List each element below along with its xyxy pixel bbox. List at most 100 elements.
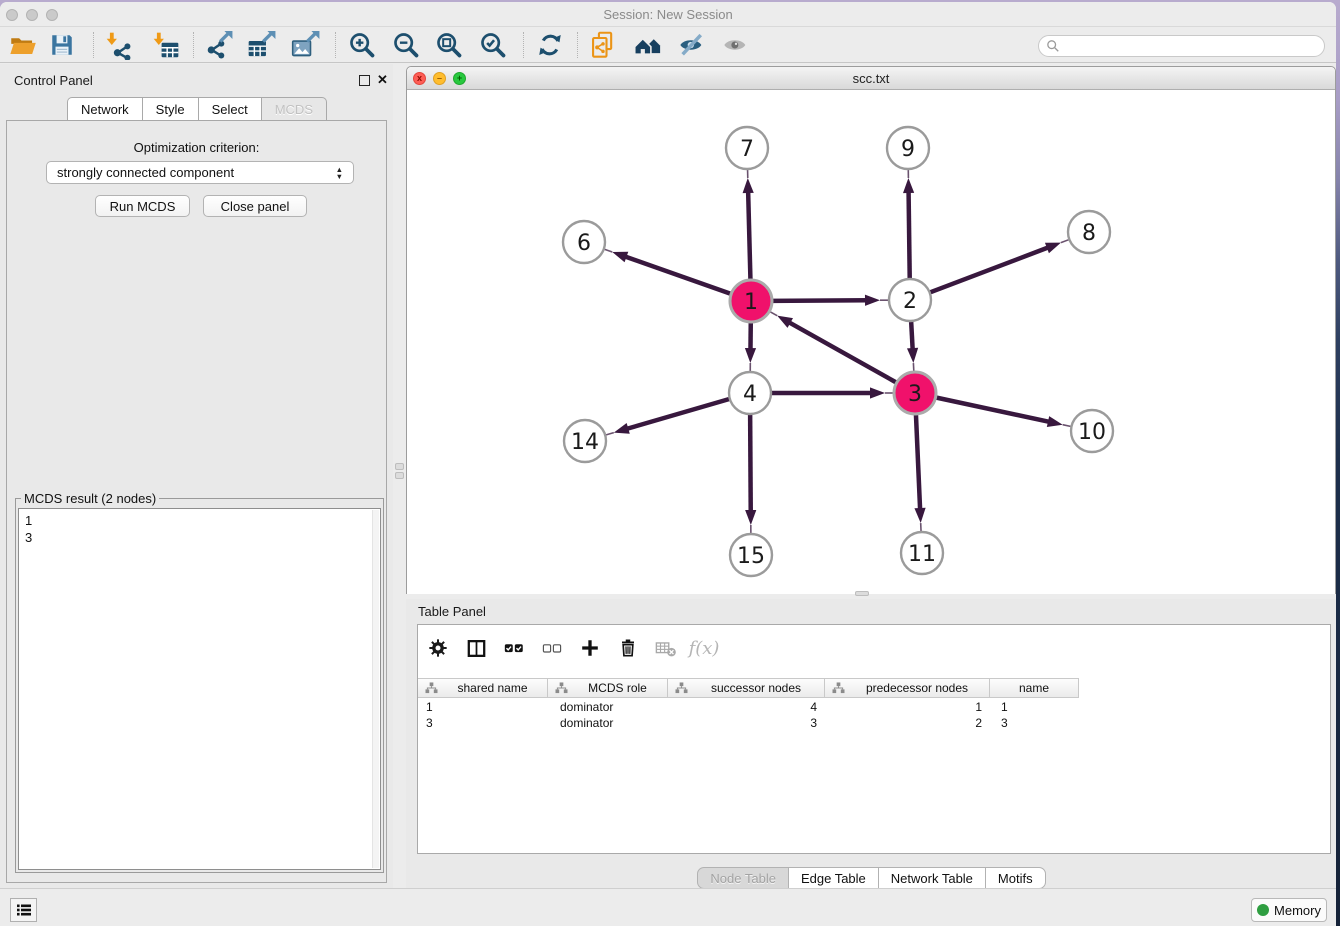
control-panel-title: Control Panel bbox=[14, 73, 93, 88]
edge-4-15[interactable] bbox=[745, 415, 756, 533]
zoom-fit-icon[interactable] bbox=[427, 29, 471, 61]
zoom-in-icon[interactable] bbox=[340, 29, 384, 61]
edge-1-2[interactable] bbox=[773, 295, 888, 306]
tab-node-table[interactable]: Node Table bbox=[697, 867, 789, 889]
network-frame-titlebar[interactable]: x – + scc.txt bbox=[407, 67, 1335, 90]
table-cell[interactable]: 3 bbox=[990, 715, 1079, 731]
column-header-MCDS-role[interactable]: MCDS role bbox=[548, 679, 668, 697]
edge-4-3[interactable] bbox=[772, 387, 893, 398]
table-cell[interactable]: 1 bbox=[990, 699, 1079, 715]
import-network-icon[interactable] bbox=[96, 29, 140, 61]
panel-splitter-grip[interactable] bbox=[395, 463, 404, 481]
network-frame: x – + scc.txt 1 2 3 4 6 7 8 9 10 11 14 15 bbox=[406, 66, 1336, 594]
optimization-select[interactable]: strongly connected component ▲▼ bbox=[46, 161, 354, 184]
export-image-icon[interactable] bbox=[283, 29, 327, 61]
refresh-icon[interactable] bbox=[528, 29, 572, 61]
table-cell[interactable]: 2 bbox=[825, 715, 990, 731]
clone-network-icon[interactable] bbox=[581, 29, 625, 61]
settings-gear-icon[interactable] bbox=[419, 630, 457, 666]
control-panel-tabs: NetworkStyleSelectMCDS bbox=[0, 97, 393, 120]
table-cell[interactable]: 3 bbox=[418, 715, 548, 731]
zoom-selected-icon[interactable] bbox=[471, 29, 515, 61]
memory-button[interactable]: Memory bbox=[1251, 898, 1327, 922]
column-header-shared-name[interactable]: shared name bbox=[418, 679, 548, 697]
column-header-successor-nodes[interactable]: successor nodes bbox=[668, 679, 825, 697]
tab-network[interactable]: Network bbox=[67, 97, 143, 120]
run-mcds-button[interactable]: Run MCDS bbox=[95, 195, 190, 217]
graph-node-4[interactable]: 4 bbox=[729, 372, 771, 414]
tab-select[interactable]: Select bbox=[198, 97, 262, 120]
graph-node-11[interactable]: 11 bbox=[901, 532, 943, 574]
column-header-predecessor-nodes[interactable]: predecessor nodes bbox=[825, 679, 990, 697]
graph-node-14[interactable]: 14 bbox=[564, 420, 606, 462]
column-header-name[interactable]: name bbox=[990, 679, 1079, 697]
table-row[interactable]: 1dominator411 bbox=[418, 699, 1330, 715]
graph-node-2[interactable]: 2 bbox=[889, 279, 931, 321]
function-builder-icon[interactable]: f(x) bbox=[685, 630, 723, 666]
status-bar: Memory bbox=[0, 888, 1336, 926]
tab-motifs[interactable]: Motifs bbox=[985, 867, 1046, 889]
table-cell[interactable]: 1 bbox=[825, 699, 990, 715]
table-cell[interactable]: dominator bbox=[548, 715, 668, 731]
edge-2-3[interactable] bbox=[907, 322, 918, 371]
zoom-out-icon[interactable] bbox=[384, 29, 428, 61]
task-history-button[interactable] bbox=[10, 898, 37, 922]
result-scrollbar[interactable] bbox=[372, 510, 379, 868]
delete-column-icon[interactable] bbox=[609, 630, 647, 666]
edge-1-4[interactable] bbox=[745, 323, 756, 371]
close-panel-icon[interactable]: ✕ bbox=[377, 72, 388, 87]
close-panel-button[interactable]: Close panel bbox=[203, 195, 307, 217]
unselect-all-icon[interactable] bbox=[533, 630, 571, 666]
table-row[interactable]: 3dominator323 bbox=[418, 715, 1330, 731]
edge-2-8[interactable] bbox=[931, 240, 1069, 292]
save-icon[interactable] bbox=[40, 29, 84, 61]
canvas-splitter-grip[interactable] bbox=[855, 591, 869, 596]
edge-1-7[interactable] bbox=[743, 170, 754, 279]
svg-text:11: 11 bbox=[908, 542, 936, 567]
tab-style[interactable]: Style bbox=[142, 97, 199, 120]
add-column-icon[interactable] bbox=[571, 630, 609, 666]
graph-node-6[interactable]: 6 bbox=[563, 221, 605, 263]
tab-network-table[interactable]: Network Table bbox=[878, 867, 986, 889]
graph-node-8[interactable]: 8 bbox=[1068, 211, 1110, 253]
table-cell[interactable]: 1 bbox=[418, 699, 548, 715]
tab-mcds[interactable]: MCDS bbox=[261, 97, 327, 120]
open-file-icon[interactable] bbox=[0, 29, 44, 61]
svg-text:8: 8 bbox=[1082, 221, 1096, 246]
graph-node-3[interactable]: 3 bbox=[894, 372, 936, 414]
result-item: 3 bbox=[25, 529, 380, 546]
search-input[interactable] bbox=[1064, 39, 1324, 53]
select-all-icon[interactable] bbox=[495, 630, 533, 666]
result-item: 1 bbox=[25, 512, 380, 529]
graph-node-1[interactable]: 1 bbox=[730, 280, 772, 322]
graph-node-7[interactable]: 7 bbox=[726, 127, 768, 169]
table-cell[interactable]: 4 bbox=[668, 699, 825, 715]
import-table-icon[interactable] bbox=[143, 29, 187, 61]
search-box[interactable] bbox=[1038, 35, 1325, 57]
edge-4-14[interactable] bbox=[606, 399, 729, 435]
columns-icon[interactable] bbox=[457, 630, 495, 666]
edge-2-9[interactable] bbox=[903, 170, 914, 278]
show-details-icon[interactable] bbox=[714, 29, 758, 61]
edge-3-11[interactable] bbox=[914, 415, 925, 531]
edge-3-10[interactable] bbox=[937, 398, 1071, 427]
tab-edge-table[interactable]: Edge Table bbox=[788, 867, 879, 889]
mcds-result-list[interactable]: 13 bbox=[18, 508, 381, 870]
graph-node-9[interactable]: 9 bbox=[887, 127, 929, 169]
svg-text:4: 4 bbox=[743, 382, 757, 407]
sort-column-icon bbox=[832, 682, 845, 694]
graph-node-10[interactable]: 10 bbox=[1071, 410, 1113, 452]
edge-1-6[interactable] bbox=[605, 249, 731, 293]
network-canvas[interactable]: 1 2 3 4 6 7 8 9 10 11 14 15 bbox=[407, 91, 1335, 594]
table-cell[interactable]: 3 bbox=[668, 715, 825, 731]
edge-3-1[interactable] bbox=[770, 312, 896, 382]
home-icon[interactable] bbox=[626, 29, 670, 61]
table-cell[interactable]: dominator bbox=[548, 699, 668, 715]
export-table-icon[interactable] bbox=[239, 29, 283, 61]
svg-text:10: 10 bbox=[1078, 420, 1106, 445]
delete-table-icon[interactable] bbox=[647, 630, 685, 666]
hide-details-icon[interactable] bbox=[670, 29, 714, 61]
float-panel-icon[interactable] bbox=[359, 75, 370, 86]
graph-node-15[interactable]: 15 bbox=[730, 534, 772, 576]
export-network-icon[interactable] bbox=[196, 29, 240, 61]
